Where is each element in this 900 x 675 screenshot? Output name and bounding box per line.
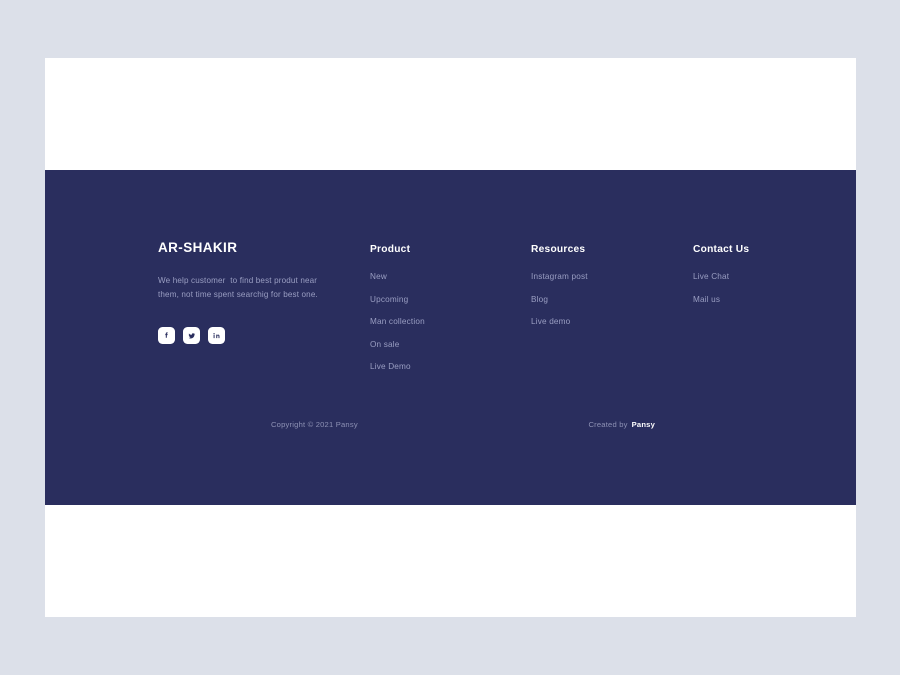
footer-link-blog[interactable]: Blog	[531, 295, 693, 304]
column-heading-product: Product	[370, 244, 411, 255]
brand-description: We help customer to find best produt nea…	[158, 276, 320, 300]
footer-content: AR-SHAKIR We help customer to find best …	[158, 170, 758, 505]
footer-bottom-bar: Copyright © 2021 Pansy Created by Pansy	[271, 420, 655, 429]
credit-brand-name[interactable]: Pansy	[632, 420, 655, 429]
page-card: AR-SHAKIR We help customer to find best …	[45, 58, 856, 617]
footer-link-upcoming[interactable]: Upcoming	[370, 295, 531, 304]
column-heading-resources: Resources	[531, 244, 586, 255]
social-link-twitter[interactable]	[183, 326, 200, 344]
column-heading-contact-us: Contact Us	[693, 244, 750, 255]
social-links	[158, 326, 370, 344]
footer-link-man-collection[interactable]: Man collection	[370, 317, 531, 326]
page-root: AR-SHAKIR We help customer to find best …	[0, 0, 900, 675]
footer-column-resources: Resources Instagram post Blog Live demo	[531, 240, 693, 326]
linkedin-icon	[212, 331, 221, 340]
footer-link-new[interactable]: New	[370, 272, 531, 281]
copyright-text: Copyright © 2021 Pansy	[271, 420, 358, 429]
footer-link-mail-us[interactable]: Mail us	[693, 295, 749, 304]
footer-column-product: Product New Upcoming Man collection On s…	[370, 240, 531, 371]
footer-link-live-chat[interactable]: Live Chat	[693, 272, 749, 281]
footer-link-on-sale[interactable]: On sale	[370, 340, 531, 349]
credit-text: Created by Pansy	[588, 420, 655, 429]
facebook-icon	[162, 331, 171, 340]
site-footer: AR-SHAKIR We help customer to find best …	[45, 170, 856, 505]
footer-link-instagram-post[interactable]: Instagram post	[531, 272, 693, 281]
social-link-facebook[interactable]	[158, 326, 175, 344]
twitter-icon	[187, 331, 197, 341]
social-link-linkedin[interactable]	[208, 326, 225, 344]
footer-brand-column: AR-SHAKIR We help customer to find best …	[158, 240, 370, 344]
footer-link-live-demo-res[interactable]: Live demo	[531, 317, 693, 326]
footer-link-live-demo[interactable]: Live Demo	[370, 362, 531, 371]
brand-title: AR-SHAKIR	[158, 240, 238, 255]
footer-column-contact: Contact Us Live Chat Mail us	[693, 240, 749, 304]
credit-prefix: Created by	[588, 420, 628, 429]
footer-columns: AR-SHAKIR We help customer to find best …	[158, 240, 758, 371]
